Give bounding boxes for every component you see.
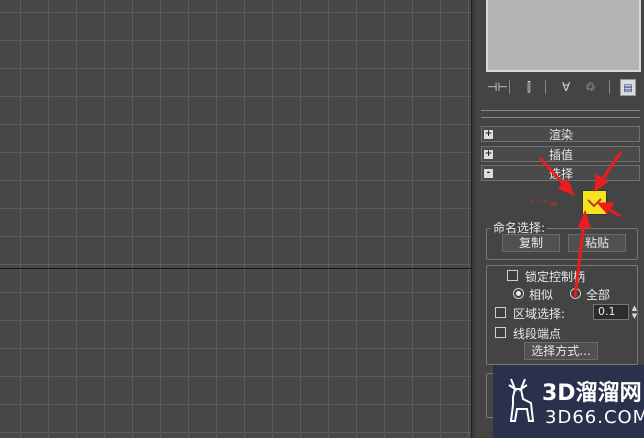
watermark-brand: 3D溜溜网 (542, 381, 642, 406)
watermark-domain: 3D66.COM (545, 407, 644, 428)
arrow-bottom-head (577, 209, 592, 229)
watermark: 3D溜溜网 3D66.COM (493, 365, 644, 438)
arrow-bottom (573, 221, 586, 298)
deer-logo-icon (508, 378, 535, 422)
